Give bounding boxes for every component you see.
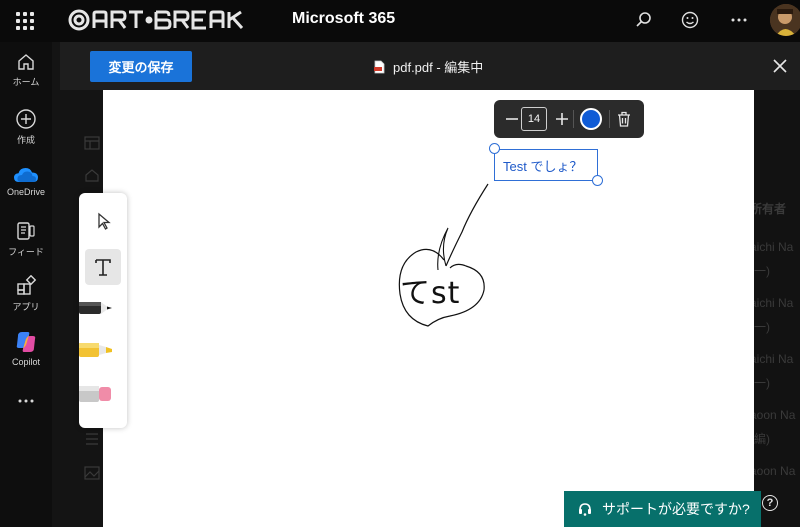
nav-label: Copilot: [11, 357, 40, 367]
nav-label: ホーム: [12, 77, 40, 87]
decrease-size-icon[interactable]: [502, 109, 522, 129]
close-icon[interactable]: [770, 56, 790, 76]
highlighter-tool-icon: [79, 343, 112, 357]
pdf-file-icon: [374, 60, 385, 73]
pen-tool[interactable]: [79, 291, 127, 325]
eraser-tool-icon: [79, 386, 111, 402]
font-size-input[interactable]: 14: [521, 107, 547, 131]
nav-item-create[interactable]: 作成: [0, 108, 52, 146]
background-list: 所有者 aichi Na (一) aichi Na (一) aichi Na (…: [754, 90, 800, 527]
nav-item-onedrive[interactable]: OneDrive: [0, 166, 52, 197]
nav-label: 作成: [16, 135, 35, 145]
nav-item-copilot[interactable]: Copilot: [0, 330, 52, 367]
select-tool[interactable]: [79, 209, 127, 233]
home-icon: [18, 54, 34, 70]
apps-icon: [17, 275, 37, 295]
document-title: pdf.pdf - 編集中: [374, 57, 483, 76]
search-icon[interactable]: [632, 8, 656, 32]
text-annotation-content[interactable]: Test でしょ？: [503, 156, 582, 175]
separator: [609, 110, 610, 128]
highlighter-tool[interactable]: [79, 333, 127, 367]
nav-label: アプリ: [12, 302, 40, 312]
eraser-tool[interactable]: [79, 377, 127, 411]
increase-size-icon[interactable]: [552, 109, 572, 129]
copilot-icon: [16, 332, 36, 352]
text-tool[interactable]: [79, 253, 127, 281]
ink-handwritten-text[interactable]: てst: [400, 268, 460, 312]
format-toolbar: [494, 100, 644, 138]
onedrive-cloud-icon: [14, 168, 38, 182]
avatar[interactable]: [770, 4, 800, 36]
document-title-text: pdf.pdf - 編集中: [393, 60, 484, 75]
nav-label: フィード: [8, 247, 44, 257]
help-question-icon[interactable]: ?: [762, 495, 778, 511]
nav-item-feed[interactable]: フィード: [0, 220, 52, 258]
help-banner[interactable]: サポートが必要ですか?: [564, 491, 761, 527]
waffle-icon[interactable]: [16, 12, 34, 30]
brand-logo[interactable]: [66, 7, 258, 33]
nav-item-home[interactable]: ホーム: [0, 52, 52, 88]
separator: [573, 110, 574, 128]
resize-handle-top-left[interactable]: [489, 143, 500, 154]
drawing-tools-palette: [79, 193, 127, 428]
headset-icon: [579, 503, 591, 516]
resize-handle-bottom-right[interactable]: [592, 175, 603, 186]
nav-label: OneDrive: [6, 187, 45, 197]
smiley-icon[interactable]: [678, 8, 702, 32]
plus-circle-icon: [16, 109, 36, 129]
text-tool-icon: [95, 259, 111, 276]
select-arrow-icon: [98, 212, 111, 230]
more-icon[interactable]: [727, 8, 751, 32]
color-swatch[interactable]: [580, 108, 602, 130]
feed-icon: [17, 222, 35, 240]
ellipsis-icon: [18, 399, 34, 403]
trash-icon[interactable]: [614, 109, 634, 129]
save-changes-button[interactable]: 変更の保存: [90, 51, 192, 82]
nav-item-apps[interactable]: アプリ: [0, 275, 52, 313]
app-title[interactable]: Microsoft 365: [292, 10, 395, 28]
pen-tool-icon: [79, 302, 112, 314]
nav-more[interactable]: [0, 398, 52, 407]
